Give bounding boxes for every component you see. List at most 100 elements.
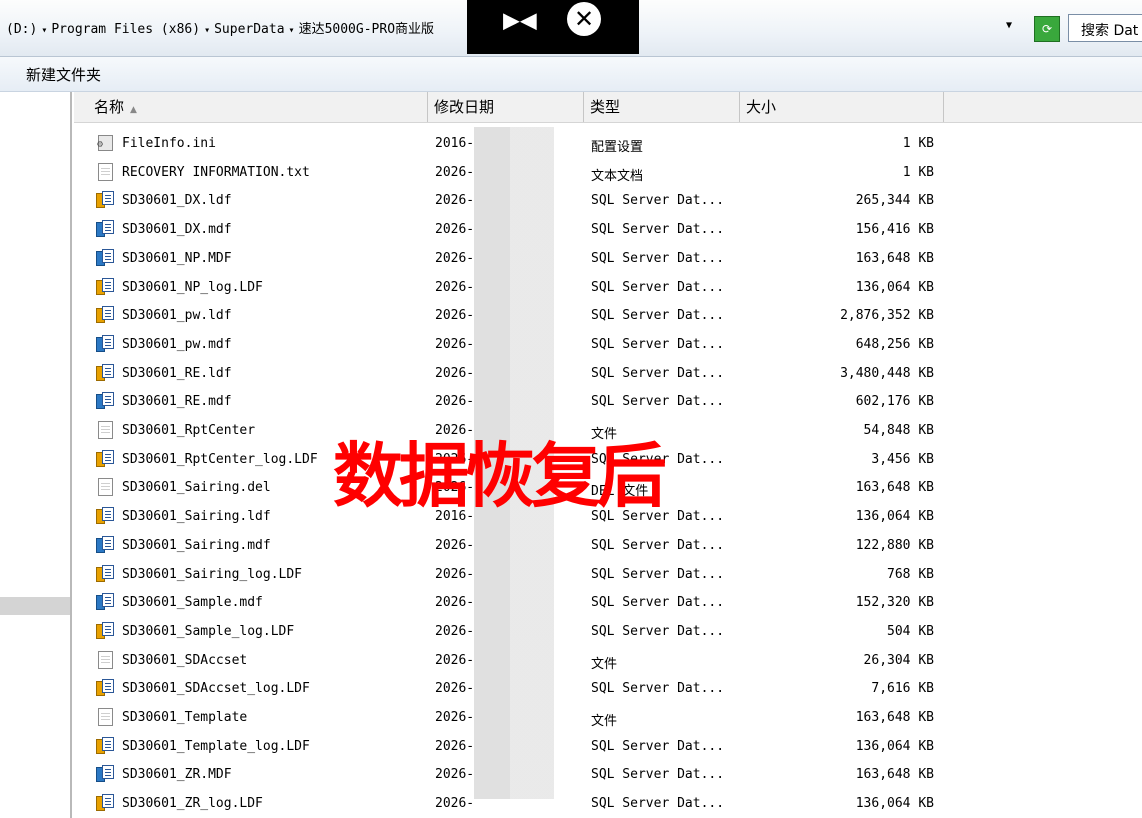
column-type-label: 类型 — [590, 98, 621, 116]
file-row[interactable]: SD30601_RE.ldf 2026- SQL Server Dat... 3,48… — [74, 360, 1142, 388]
breadcrumb[interactable]: (D:) ▾ Program Files (x86) ▾ SuperData ▾ 速达500… — [6, 18, 434, 37]
file-type: SQL Server Dat... — [591, 308, 725, 324]
breadcrumb-program-files[interactable]: Program Files (x86) — [51, 22, 200, 37]
file-name: SD30601_Sample_log.LDF — [122, 623, 295, 639]
navigation-pane — [0, 92, 72, 818]
column-size[interactable]: 大小 — [740, 92, 944, 122]
file-name: SD30601_RE.mdf — [122, 394, 232, 410]
file-row[interactable]: SD30601_ZR.MDF 2026- SQL Server Dat... 163,… — [74, 761, 1142, 789]
file-row[interactable]: SD30601_Sairing.mdf 2026- SQL Server Dat..… — [74, 532, 1142, 560]
file-row[interactable]: SD30601_DX.ldf 2026- SQL Server Dat... 265,… — [74, 187, 1142, 215]
refresh-icon[interactable]: ⟳ — [1034, 16, 1060, 42]
file-name: SD30601_DX.ldf — [122, 193, 232, 209]
file-size: 54,848 KB — [863, 423, 934, 438]
file-name: SD30601_Sample.mdf — [122, 595, 263, 611]
close-circle-icon[interactable]: ✕ — [567, 2, 601, 36]
file-row[interactable]: SD30601_SDAccset_log.LDF 2026- SQL Server … — [74, 675, 1142, 703]
file-name: FileInfo.ini — [122, 136, 216, 151]
file-row[interactable]: SD30601_SDAccset 2026- 文件 26,304 KB — [74, 647, 1142, 675]
breadcrumb-current-folder[interactable]: 速达5000G-PRO商业版 — [299, 22, 434, 37]
file-name: SD30601_SDAccset — [122, 652, 248, 668]
file-name: SD30601_Template — [122, 710, 248, 725]
sql-data-icon — [96, 535, 116, 556]
column-size-label: 大小 — [746, 98, 777, 116]
file-type: SQL Server Dat... — [591, 537, 725, 553]
file-type: SQL Server Dat... — [591, 394, 725, 410]
sql-log-icon — [96, 679, 116, 699]
file-type: 文件 — [591, 714, 618, 729]
column-modified[interactable]: 修改日期 — [428, 92, 584, 122]
file-modified-date: 2026- — [435, 738, 475, 754]
new-folder-button[interactable]: 新建文件夹 — [26, 64, 101, 85]
file-row[interactable]: SD30601_Sample.mdf 2026- SQL Server Dat...… — [74, 589, 1142, 617]
file-size: 163,648 KB — [855, 250, 934, 266]
skip-icon[interactable]: ▶◀ — [503, 6, 537, 34]
file-row[interactable]: SD30601_pw.ldf 2026- SQL Server Dat... 2,87… — [74, 302, 1142, 330]
sql-log-icon — [96, 564, 116, 585]
file-type: SQL Server Dat... — [591, 566, 725, 582]
breadcrumb-arrow-icon[interactable]: ▾ — [37, 25, 51, 36]
search-input[interactable]: 搜索 Dat — [1068, 14, 1142, 42]
file-modified-date: 2026- — [435, 681, 475, 697]
file-type: SQL Server Dat... — [591, 738, 725, 754]
file-row[interactable]: SD30601_NP.MDF 2026- SQL Server Dat... 163,… — [74, 245, 1142, 273]
file-size: 7,616 KB — [871, 681, 934, 697]
file-row[interactable]: SD30601_Sairing_log.LDF 2026- SQL Server D… — [74, 561, 1142, 589]
sql-log-icon — [96, 736, 116, 757]
file-row[interactable]: SD30601_NP_log.LDF 2026- SQL Server Dat...… — [74, 274, 1142, 302]
file-name: SD30601_Sairing.mdf — [122, 537, 271, 553]
sql-data-icon — [96, 220, 116, 240]
file-name: SD30601_ZR_log.LDF — [122, 796, 263, 812]
navigation-splitter[interactable] — [0, 597, 70, 615]
file-row[interactable]: SD30601_pw.mdf 2026- SQL Server Dat... 648,… — [74, 331, 1142, 359]
file-name: SD30601_Sairing_log.LDF — [122, 566, 303, 582]
file-modified-date: 2026- — [435, 336, 475, 352]
file-row[interactable]: SD30601_DX.mdf 2026- SQL Server Dat... 156,… — [74, 216, 1142, 244]
file-type: SQL Server Dat... — [591, 796, 725, 812]
file-type: SQL Server Dat... — [591, 365, 725, 381]
file-row[interactable]: SD30601_Template_log.LDF 2026- SQL Server … — [74, 733, 1142, 761]
file-modified-date: 2026- — [435, 595, 475, 611]
file-modified-date: 2016- — [435, 136, 475, 151]
file-name: SD30601_pw.mdf — [122, 336, 232, 352]
sql-log-icon — [96, 277, 116, 298]
file-size: 156,416 KB — [855, 222, 934, 238]
file-row[interactable]: SD30601_ZR_log.LDF 2026- SQL Server Dat...… — [74, 790, 1142, 818]
file-size: 163,648 KB — [855, 710, 934, 725]
blank-file-icon — [96, 421, 116, 441]
file-row[interactable]: SD30601_RE.mdf 2026- SQL Server Dat... 602,… — [74, 388, 1142, 416]
file-modified-date: 2026- — [435, 394, 475, 410]
blank-file-icon — [96, 650, 116, 671]
file-size: 3,456 KB — [871, 451, 934, 467]
file-modified-date: 2026- — [435, 767, 475, 783]
blank-file-icon — [96, 478, 116, 498]
file-type: SQL Server Dat... — [591, 767, 725, 783]
column-name[interactable]: 名称 ▲ — [74, 92, 428, 122]
file-size: 152,320 KB — [855, 595, 934, 611]
file-row[interactable]: SD30601_Sample_log.LDF 2026- SQL Server Da… — [74, 618, 1142, 646]
breadcrumb-superdata[interactable]: SuperData — [214, 22, 284, 37]
file-modified-date: 2026- — [435, 193, 475, 209]
column-type[interactable]: 类型 — [584, 92, 740, 122]
file-modified-date: 2026- — [435, 365, 475, 381]
file-row[interactable]: RECOVERY INFORMATION.txt 2026- 文本文档 1 KB — [74, 159, 1142, 187]
breadcrumb-arrow-icon[interactable]: ▾ — [200, 25, 214, 36]
file-name: SD30601_NP_log.LDF — [122, 279, 263, 295]
column-name-label: 名称 — [94, 98, 125, 116]
file-type: SQL Server Dat... — [591, 250, 725, 266]
file-type: 文本文档 — [591, 168, 644, 184]
breadcrumb-drive[interactable]: (D:) — [6, 22, 37, 37]
file-size: 163,648 KB — [855, 480, 934, 496]
file-row[interactable]: FileInfo.ini 2016- 配置设置 1 KB — [74, 130, 1142, 158]
file-size: 136,064 KB — [855, 738, 934, 754]
file-name: SD30601_Sairing.del — [122, 480, 271, 496]
file-type: SQL Server Dat... — [591, 623, 725, 639]
file-row[interactable]: SD30601_Template 2026- 文件 163,648 KB — [74, 704, 1142, 732]
address-history-dropdown-icon[interactable]: ▼ — [1006, 20, 1012, 31]
file-modified-date: 2026- — [435, 623, 475, 639]
file-modified-date: 2026- — [435, 279, 475, 295]
breadcrumb-arrow-icon[interactable]: ▾ — [285, 25, 299, 36]
file-name: SD30601_RE.ldf — [122, 365, 232, 381]
file-size: 648,256 KB — [855, 336, 934, 352]
blank-file-icon — [96, 708, 116, 728]
